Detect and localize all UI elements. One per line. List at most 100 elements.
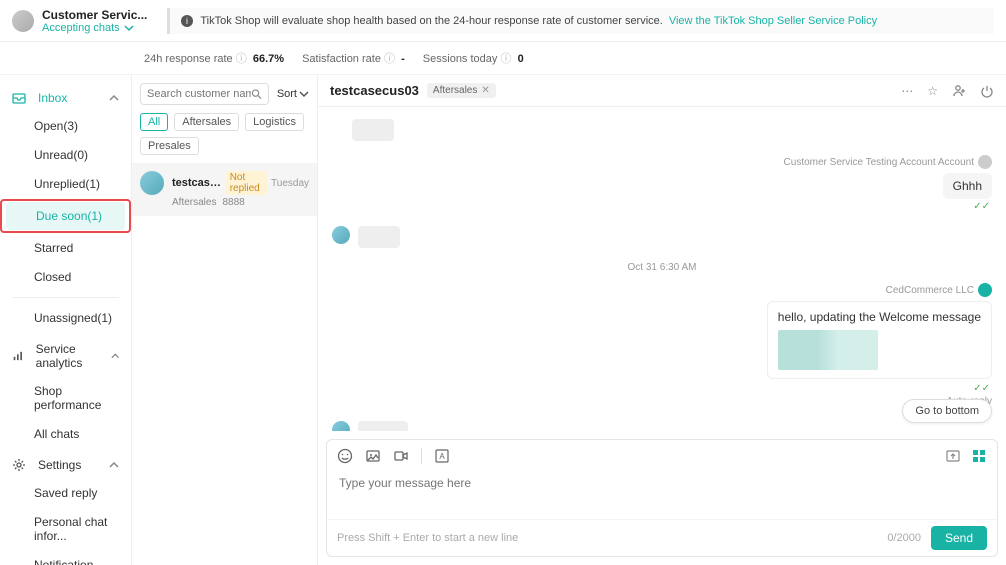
conv-tag: Aftersales (172, 197, 216, 208)
delivered-checks-icon: ✓✓ (973, 383, 990, 394)
sidebar-inbox-header[interactable]: Inbox (0, 85, 131, 111)
customer-avatar-tiny (332, 421, 350, 431)
top-bar: Customer Servic... Accepting chats i Tik… (0, 0, 1006, 42)
sidebar-item-unreplied[interactable]: Unreplied(1) (4, 170, 127, 198)
seller-avatar-tiny (978, 283, 992, 297)
metrics-bar: 24h response rate ⓘ 66.7% Satisfaction r… (0, 42, 1006, 75)
policy-link[interactable]: View the TikTok Shop Seller Service Poli… (669, 15, 877, 27)
sidebar-analytics-header[interactable]: Service analytics (0, 336, 131, 376)
redacted-content (358, 226, 400, 248)
analytics-label: Service analytics (36, 342, 111, 370)
message-right: Customer Service Testing Account Account… (332, 155, 992, 212)
sender-label: CedCommerce LLC (886, 283, 992, 297)
message-input[interactable] (339, 476, 985, 508)
message-composer: A Press Shift + Enter to start a new lin… (326, 439, 998, 557)
remove-tag-icon[interactable]: ✕ (481, 85, 489, 96)
sidebar-item-closed[interactable]: Closed (4, 263, 127, 291)
char-counter: 0/2000 (887, 532, 921, 544)
go-to-bottom-button[interactable]: Go to bottom (902, 399, 992, 423)
more-icon[interactable]: ⋯ (901, 84, 913, 98)
emoji-icon[interactable] (337, 448, 353, 464)
sidebar-item-shop-performance[interactable]: Shop performance (4, 377, 127, 419)
redacted-content (352, 119, 394, 141)
conversation-list-column: Sort All Aftersales Logistics Presales t… (132, 75, 318, 565)
chevron-up-icon (111, 351, 119, 361)
composer-hint: Press Shift + Enter to start a new line (337, 532, 518, 544)
message-bubble: Ghhh (943, 173, 992, 199)
sidebar-item-due-soon[interactable]: Due soon(1) (6, 202, 125, 230)
settings-label: Settings (38, 458, 81, 472)
satisfaction-rate-label: Satisfaction rate ⓘ - (302, 50, 405, 66)
chat-customer-name: testcasecus03 (330, 83, 419, 98)
chat-header: testcasecus03 Aftersales ✕ ⋯ ☆ (318, 75, 1006, 107)
filter-chip-aftersales[interactable]: Aftersales (174, 113, 239, 131)
delivered-checks-icon: ✓✓ (973, 201, 990, 212)
image-icon[interactable] (365, 448, 381, 464)
gear-icon (12, 458, 26, 472)
message-left (332, 226, 992, 248)
inbox-label: Inbox (38, 91, 67, 105)
sidebar-item-unassigned[interactable]: Unassigned(1) (4, 304, 127, 332)
sidebar-settings-header[interactable]: Settings (0, 452, 131, 478)
search-input[interactable] (147, 88, 251, 100)
video-icon[interactable] (393, 448, 409, 464)
welcome-text: hello, updating the Welcome message (778, 310, 981, 324)
status-label: Accepting chats (42, 22, 120, 34)
sidebar-item-notification[interactable]: Notification settings (4, 551, 127, 565)
transfer-icon[interactable] (945, 448, 961, 464)
svg-text:A: A (439, 452, 445, 461)
apps-icon[interactable] (971, 448, 987, 464)
chat-column: testcasecus03 Aftersales ✕ ⋯ ☆ Customer … (318, 75, 1006, 565)
agent-avatar-tiny (978, 155, 992, 169)
conv-time: Tuesday (271, 178, 309, 189)
sessions-today-label: Sessions today ⓘ 0 (423, 50, 524, 66)
chat-body[interactable]: Customer Service Testing Account Account… (318, 107, 1006, 431)
chevron-down-icon (124, 23, 134, 33)
timestamp-divider: Oct 31 6:30 AM (332, 262, 992, 273)
sidebar-item-personal-chat[interactable]: Personal chat infor... (4, 508, 127, 550)
chat-tag: Aftersales ✕ (427, 83, 496, 98)
chevron-down-icon (299, 89, 309, 99)
accepting-status-dropdown[interactable]: Accepting chats (42, 22, 147, 34)
sender-label: Customer Service Testing Account Account (784, 155, 992, 169)
search-icon (251, 88, 262, 100)
customer-avatar (140, 171, 164, 195)
welcome-image (778, 330, 878, 370)
welcome-message-bubble: hello, updating the Welcome message (767, 301, 992, 379)
conv-order: 8888 (222, 197, 244, 208)
info-icon: i (180, 14, 194, 28)
sidebar-item-all-chats[interactable]: All chats (4, 420, 127, 448)
assign-icon[interactable] (952, 84, 966, 98)
response-rate-label: 24h response rate ⓘ 66.7% (144, 50, 284, 66)
filter-chip-presales[interactable]: Presales (140, 137, 199, 155)
sort-dropdown[interactable]: Sort (277, 88, 309, 100)
main-layout: Inbox Open(3) Unread(0) Unreplied(1) Due… (0, 75, 1006, 565)
policy-alert: i TikTok Shop will evaluate shop health … (167, 8, 994, 34)
filter-chip-all[interactable]: All (140, 113, 168, 131)
filter-chip-logistics[interactable]: Logistics (245, 113, 304, 131)
composer-toolbar: A (327, 440, 997, 472)
star-icon[interactable]: ☆ (927, 84, 938, 98)
sidebar-item-unread[interactable]: Unread(0) (4, 141, 127, 169)
conversation-item[interactable]: testcasecus... Not replied Tuesday After… (132, 163, 317, 216)
power-icon[interactable] (980, 84, 994, 98)
chevron-up-icon (109, 460, 119, 470)
agent-avatar (12, 10, 34, 32)
sidebar-item-starred[interactable]: Starred (4, 234, 127, 262)
sidebar-item-open[interactable]: Open(3) (4, 112, 127, 140)
message-left (352, 119, 992, 141)
header-title-block: Customer Servic... Accepting chats (42, 8, 147, 34)
not-replied-badge: Not replied (226, 171, 267, 195)
conv-customer-name: testcasecus... (172, 177, 222, 189)
customer-avatar-tiny (332, 226, 350, 244)
send-button[interactable]: Send (931, 526, 987, 550)
search-box[interactable] (140, 83, 269, 105)
filter-chips: All Aftersales Logistics Presales (132, 113, 317, 163)
translate-icon[interactable]: A (434, 448, 450, 464)
analytics-icon (12, 349, 24, 363)
sidebar-item-saved-reply[interactable]: Saved reply (4, 479, 127, 507)
message-right: CedCommerce LLC hello, updating the Welc… (332, 283, 992, 407)
sidebar: Inbox Open(3) Unread(0) Unreplied(1) Due… (0, 75, 132, 565)
due-soon-highlight: Due soon(1) (0, 199, 131, 233)
header-actions: ⋯ ☆ (901, 84, 994, 98)
